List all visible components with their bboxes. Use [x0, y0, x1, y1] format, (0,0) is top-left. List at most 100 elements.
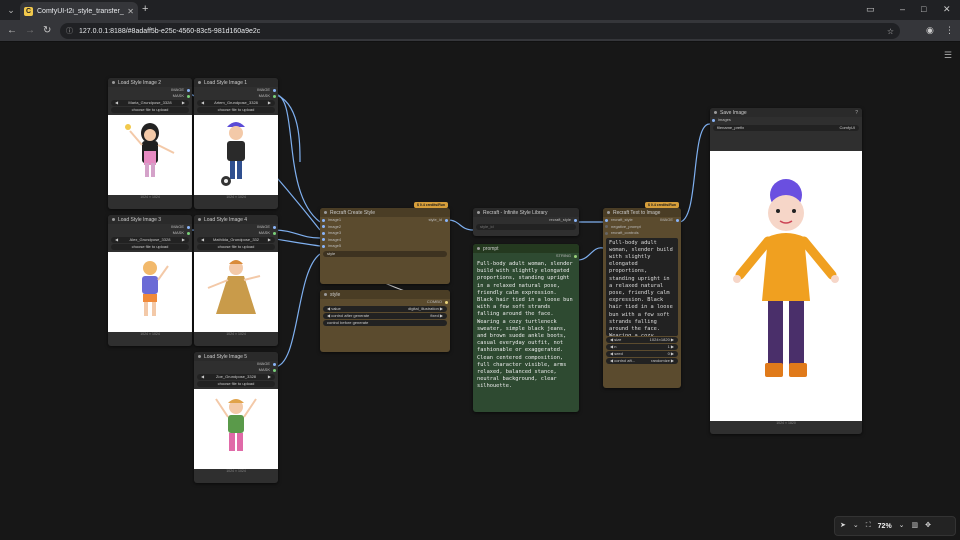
node-status-dot [477, 211, 480, 214]
output-slot[interactable] [273, 225, 276, 229]
profile-icon[interactable]: ◉ [926, 25, 934, 36]
upload-button[interactable]: choose file to upload [197, 244, 275, 250]
output-slot[interactable] [273, 231, 276, 235]
output-slot[interactable] [445, 300, 448, 304]
back-icon[interactable]: ← [7, 25, 17, 37]
image-select[interactable]: ◀ Alex_Grundpose_3328 ▶ [111, 237, 189, 243]
control-after-generate-select[interactable]: ◀ control aft... randomize ▶ [606, 357, 678, 364]
select-tool-icon[interactable]: ➤ [840, 521, 846, 531]
reload-icon[interactable]: ↻ [43, 25, 51, 37]
output-slot[interactable] [273, 88, 276, 92]
style-field[interactable]: style [323, 250, 447, 257]
output-slot[interactable] [187, 225, 190, 229]
input-slot[interactable] [712, 118, 715, 122]
load-style-image-5-node[interactable]: Load Style Image 5 IMAGE MASK ◀ Zoe_Grund… [194, 352, 278, 483]
output-label: MASK [258, 93, 270, 98]
output-slot[interactable] [574, 254, 577, 258]
style-image-preview [108, 252, 192, 332]
url-field[interactable]: ⓘ 127.0.0.1:8188/#8adaff5b-e25c-4560-83c… [60, 23, 900, 39]
node-status-dot [324, 293, 327, 296]
widget-label: size [614, 336, 622, 342]
browser-tab[interactable]: C ComfyUI-t2i_style_transfer_000 ✕ [20, 2, 138, 20]
input-slot[interactable] [322, 244, 325, 248]
image-select[interactable]: ◀ Zoe_Grundpose_3328 ▶ [197, 374, 275, 380]
input-slot[interactable] [605, 231, 608, 235]
input-slot[interactable] [322, 238, 325, 242]
input-slot[interactable] [605, 218, 608, 222]
tab-title: ComfyUI-t2i_style_transfer_000 [37, 7, 124, 15]
node-status-dot [198, 355, 201, 358]
cast-icon[interactable]: ▭ [866, 3, 875, 15]
site-info-icon[interactable]: ⓘ [66, 26, 73, 36]
output-slot[interactable] [273, 362, 276, 366]
help-icon[interactable]: ? [855, 110, 858, 116]
size-select[interactable]: ◀ size 1024×1820 ▶ [606, 336, 678, 343]
save-image-node[interactable]: Save Image? images filename_prefix ComfyU… [710, 108, 862, 434]
upload-button[interactable]: choose file to upload [197, 107, 275, 113]
new-tab-icon[interactable]: + [142, 3, 148, 15]
input-slot[interactable] [605, 225, 608, 229]
style-primitive-node[interactable]: style COMBO ◀ value digital_illustration … [320, 290, 450, 352]
seed-stepper[interactable]: ◀ seed 0 ▶ [606, 350, 678, 357]
output-slot[interactable] [187, 88, 190, 92]
widget-label: control after generate [331, 313, 370, 318]
node-title: Save Image [720, 109, 747, 116]
n-stepper[interactable]: ◀ n1 ▶ [606, 343, 678, 350]
tool-dropdown-icon[interactable]: ⌄ [853, 521, 859, 531]
upload-button[interactable]: choose file to upload [197, 381, 275, 387]
control-before-generate-select[interactable]: control before generate [323, 320, 447, 326]
filename-prefix-field[interactable]: filename_prefix ComfyUI [713, 124, 859, 131]
tab-search-icon[interactable]: ⌄ [4, 3, 18, 17]
widget-value: randomize [651, 357, 670, 363]
input-slot[interactable] [322, 231, 325, 235]
style-field-label: style [327, 250, 336, 256]
infinite-style-library-node[interactable]: Recraft - Infinite Style Library recraft… [473, 208, 579, 236]
style-value-select[interactable]: ◀ value digital_illustration ▶ [323, 306, 447, 312]
toggle-links-icon[interactable]: ✥ [925, 521, 931, 531]
minimize-icon[interactable]: – [900, 3, 905, 15]
image-select[interactable]: ◀ Maria_Grundpose_3328 ▶ [111, 100, 189, 106]
url-text: 127.0.0.1:8188/#8adaff5b-e25c-4560-83c5-… [79, 27, 261, 35]
browser-menu-icon[interactable]: ⋮ [945, 25, 954, 36]
load-style-image-4-node[interactable]: Load Style Image 4 IMAGE MASK ◀ Mathilda_… [194, 215, 278, 346]
graph-canvas[interactable]: ☰ Load Style Image 2 IMAGE MASK ◀ Maria_G… [0, 42, 960, 540]
image-dimensions: 1024 × 1024 [226, 332, 246, 336]
output-label: STRING [555, 253, 571, 258]
node-title: Load Style Image 4 [204, 216, 248, 223]
image-select[interactable]: ◀ Mathilda_Grundpose_332 ▶ [197, 237, 275, 243]
load-style-image-3-node[interactable]: Load Style Image 3 IMAGE MASK ◀ Alex_Grun… [108, 215, 192, 346]
bookmark-star-icon[interactable]: ☆ [887, 27, 894, 36]
output-slot[interactable] [574, 218, 577, 222]
output-image-preview [710, 150, 862, 421]
style-id-field[interactable]: style_id [476, 224, 576, 230]
load-style-image-2-node[interactable]: Load Style Image 2 IMAGE MASK ◀ Maria_Gru… [108, 78, 192, 209]
output-slot[interactable] [273, 94, 276, 98]
control-after-generate-select[interactable]: ◀ control after generate fixed ▶ [323, 313, 447, 319]
load-style-image-1-node[interactable]: Load Style Image 1 IMAGE MASK ◀ Artem_Gru… [194, 78, 278, 209]
woman-illustration-icon [733, 178, 839, 377]
node-status-dot [198, 81, 201, 84]
upload-button[interactable]: choose file to upload [111, 244, 189, 250]
prompt-node[interactable]: prompt STRING Full-body adult woman, sle… [473, 244, 579, 412]
zoom-dropdown-icon[interactable]: ⌄ [899, 521, 905, 531]
prompt-text[interactable]: Full-body adult woman, slender build wit… [473, 259, 579, 393]
output-slot[interactable] [187, 231, 190, 235]
recraft-create-style-node[interactable]: $ 0.4 credits/Run Recraft Create Style s… [320, 202, 450, 284]
fit-view-icon[interactable]: ⛶ [866, 521, 871, 531]
recraft-text-to-image-node[interactable]: $ 0.4 credits/Run Recraft Text to Image … [603, 202, 681, 388]
image-select-value: Zoe_Grundpose_3328 [215, 374, 257, 379]
zoom-level[interactable]: 72% [878, 523, 892, 530]
prompt-textarea[interactable]: Full-body adult woman, slender build wit… [606, 237, 678, 336]
output-slot[interactable] [273, 368, 276, 372]
minimap-icon[interactable]: ▥ [912, 521, 919, 531]
forward-icon[interactable]: → [25, 25, 35, 37]
tab-close-icon[interactable]: ✕ [127, 7, 134, 16]
node-title: Load Style Image 1 [204, 79, 248, 86]
maximize-icon[interactable]: □ [921, 3, 926, 15]
input-slot[interactable] [322, 225, 325, 229]
upload-button[interactable]: choose file to upload [111, 107, 189, 113]
image-select[interactable]: ◀ Artem_Grundpose_3328 ▶ [197, 100, 275, 106]
input-slot[interactable] [322, 218, 325, 222]
close-window-icon[interactable]: ✕ [943, 3, 951, 15]
output-slot[interactable] [187, 94, 190, 98]
